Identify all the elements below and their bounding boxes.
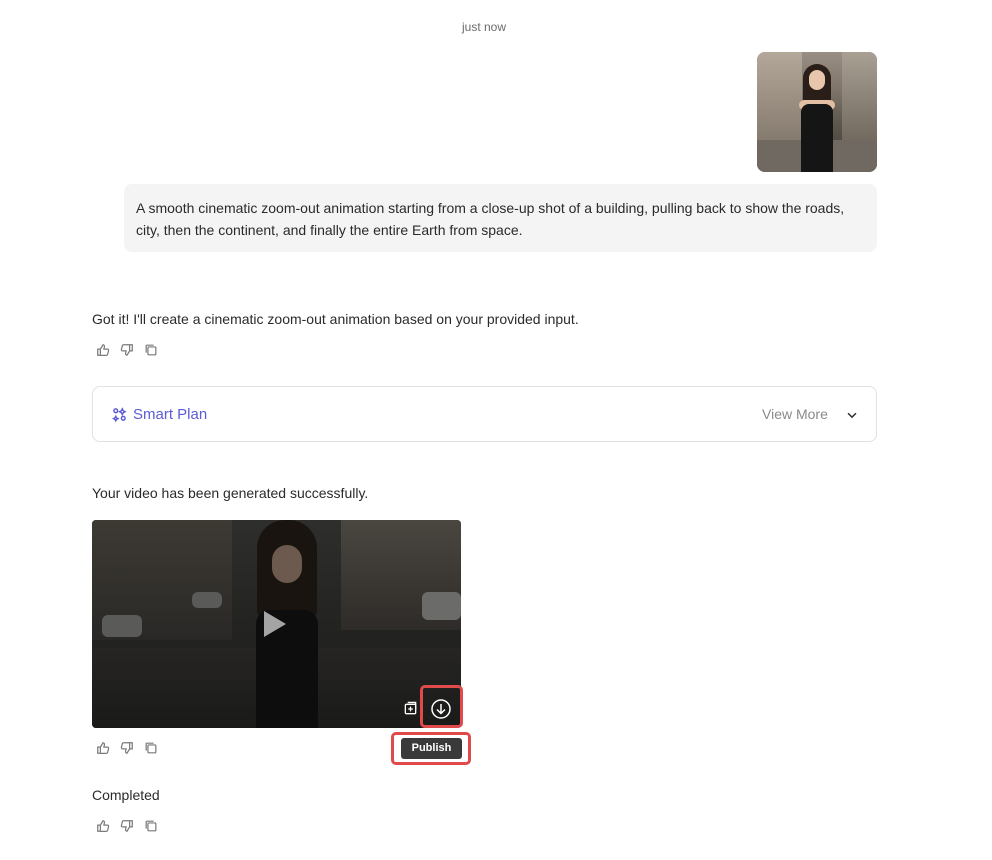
- image-face: [809, 70, 825, 90]
- play-icon[interactable]: [264, 611, 286, 637]
- completed-actions: [96, 819, 158, 833]
- video-car: [192, 592, 222, 608]
- image-person: [797, 64, 837, 172]
- message-timestamp: just now: [461, 20, 507, 34]
- user-uploaded-image[interactable]: [757, 52, 877, 172]
- copy-icon[interactable]: [144, 343, 158, 357]
- copy-icon[interactable]: [144, 741, 158, 755]
- add-to-canvas-icon[interactable]: [403, 701, 418, 716]
- smart-plan-panel[interactable]: Smart Plan View More: [92, 386, 877, 442]
- publish-tooltip: Publish: [401, 738, 462, 759]
- view-more-link[interactable]: View More: [762, 406, 828, 422]
- video-status-message: Your video has been generated successful…: [92, 485, 369, 501]
- assistant-reply: Got it! I'll create a cinematic zoom-out…: [92, 311, 579, 327]
- download-button-highlight: [420, 685, 463, 728]
- reply-actions: [96, 343, 158, 357]
- generated-video-player[interactable]: [92, 520, 461, 728]
- thumbs-up-icon[interactable]: [96, 741, 110, 755]
- sparkle-icon: [111, 407, 127, 423]
- smart-plan-label: Smart Plan: [133, 406, 208, 423]
- thumbs-down-icon[interactable]: [120, 343, 134, 357]
- thumbs-down-icon[interactable]: [120, 819, 134, 833]
- image-dress: [801, 104, 833, 172]
- video-person: [242, 520, 332, 728]
- video-face: [272, 545, 302, 583]
- completed-message: Completed: [92, 787, 160, 803]
- chevron-down-icon[interactable]: [845, 408, 859, 422]
- thumbs-down-icon[interactable]: [120, 741, 134, 755]
- video-car: [422, 592, 461, 620]
- copy-icon[interactable]: [144, 819, 158, 833]
- user-prompt-bubble: A smooth cinematic zoom-out animation st…: [124, 184, 877, 252]
- image-building-left: [757, 52, 802, 142]
- video-actions: [96, 741, 158, 755]
- thumbs-up-icon[interactable]: [96, 343, 110, 357]
- thumbs-up-icon[interactable]: [96, 819, 110, 833]
- video-car: [102, 615, 142, 637]
- image-building-right: [842, 52, 877, 147]
